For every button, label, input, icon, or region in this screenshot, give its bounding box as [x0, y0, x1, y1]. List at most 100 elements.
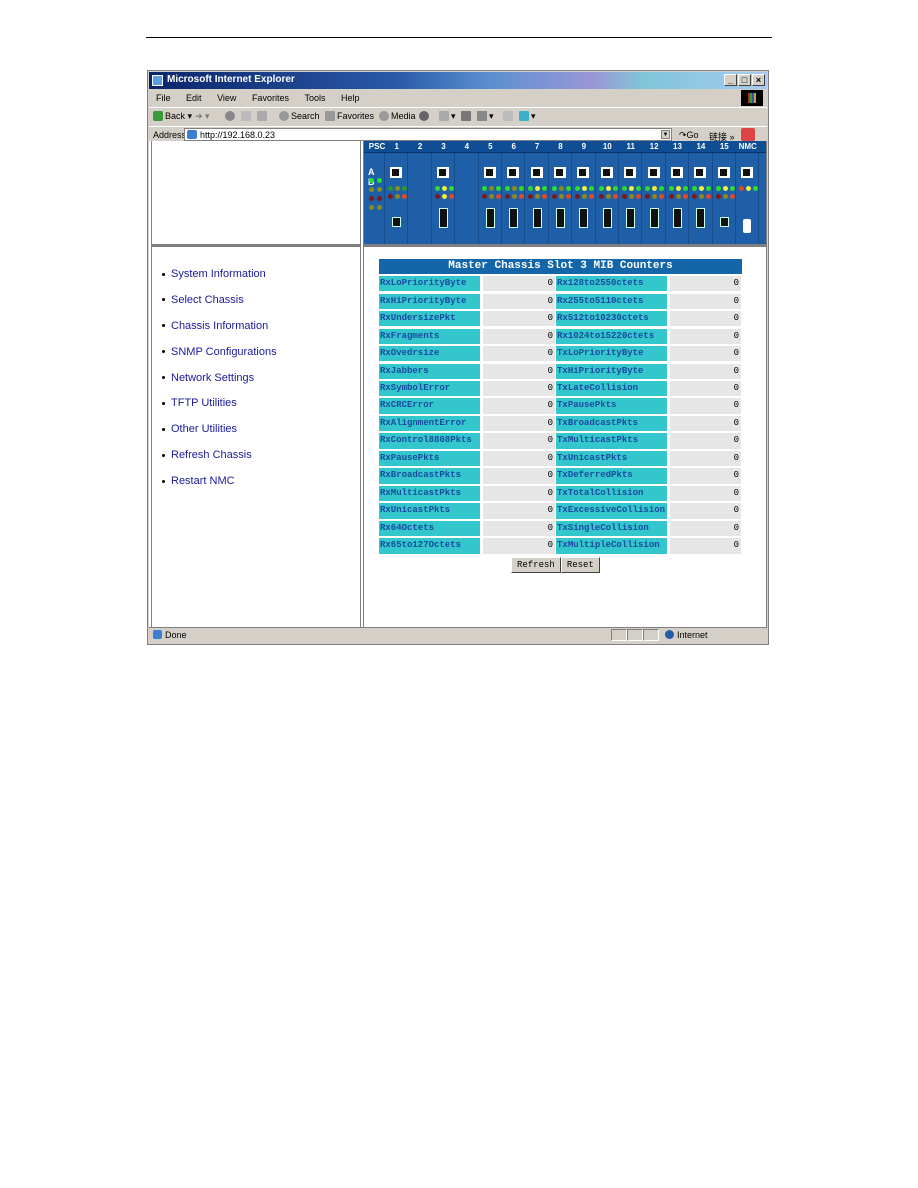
status-led: [565, 194, 571, 199]
nav-chassis-information[interactable]: Chassis Information: [162, 320, 277, 346]
extension-icon[interactable]: [741, 128, 755, 141]
fiber-port-icon: [438, 208, 448, 228]
right-counter-name: TxSingleCollision: [556, 520, 668, 537]
messenger-button[interactable]: ▾: [519, 111, 536, 122]
nav-refresh-chassis[interactable]: Refresh Chassis: [162, 449, 277, 475]
refresh-page-button[interactable]: [241, 111, 253, 121]
nav-restart-nmc[interactable]: Restart NMC: [162, 475, 277, 501]
nav-other-utilities[interactable]: Other Utilities: [162, 423, 277, 449]
address-value: http://192.168.0.23: [200, 130, 276, 140]
chassis-slot[interactable]: [408, 153, 432, 244]
chassis-slot[interactable]: [455, 153, 479, 244]
status-cell: [643, 629, 659, 641]
search-label: Search: [291, 111, 320, 121]
status-led: [488, 186, 494, 191]
menu-favorites[interactable]: Favorites: [252, 93, 289, 103]
left-counter-value: 0: [483, 363, 556, 379]
left-counter-name: RxFragments: [379, 328, 481, 344]
psc-ab-label: A B: [368, 167, 376, 187]
favorites-button[interactable]: Favorites: [325, 111, 374, 121]
media-button[interactable]: Media: [379, 111, 416, 121]
home-button[interactable]: [257, 111, 269, 121]
chassis-slot[interactable]: [713, 153, 736, 244]
menu-tools[interactable]: Tools: [304, 93, 325, 103]
mib-row: RxMulticastPkts 0 TxTotalCollision 0: [379, 485, 742, 502]
mail-button[interactable]: ▾: [439, 111, 456, 122]
address-dropdown-button[interactable]: ▼: [661, 130, 670, 139]
mib-row: Rx64Octets 0 TxSingleCollision 0: [379, 520, 742, 537]
right-counter-name: Rx1024to15220ctets: [556, 328, 668, 344]
status-led: [629, 186, 634, 191]
chassis-slot[interactable]: [525, 153, 549, 244]
nav-network-settings[interactable]: Network Settings: [162, 372, 277, 398]
rj45-port-icon: [390, 167, 403, 178]
mib-row: RxFragments 0 Rx1024to15220ctets 0: [379, 328, 742, 344]
toolbar: Back ▾ ➜ ▾ Search Favorites Media ▾ ▾ ▾: [149, 107, 767, 126]
right-counter-name: TxLoPriorityByte: [556, 346, 668, 362]
forward-button[interactable]: ➜ ▾: [195, 111, 210, 122]
status-led: [739, 186, 744, 191]
chassis-slot[interactable]: [502, 153, 526, 244]
chassis-slot[interactable]: [666, 153, 690, 244]
right-counter-value: 0: [670, 363, 741, 379]
left-counter-name: RxJabbers: [379, 363, 481, 379]
slot-label: 4: [464, 142, 470, 151]
history-button[interactable]: [419, 111, 431, 121]
search-icon: [279, 111, 289, 121]
right-counter-name: TxMulticastPkts: [556, 433, 668, 449]
status-led: [746, 186, 751, 191]
menu-edit[interactable]: Edit: [186, 93, 202, 103]
menu-view[interactable]: View: [217, 93, 236, 103]
globe-icon: [665, 630, 674, 639]
print-button[interactable]: [461, 111, 473, 121]
chassis-slot[interactable]: [736, 153, 760, 244]
rj45-port-icon: [553, 167, 566, 178]
status-led: [659, 186, 665, 191]
status-led: [369, 187, 374, 192]
chassis-slot[interactable]: [479, 153, 502, 244]
go-button[interactable]: ↷Go: [679, 130, 699, 141]
status-led: [598, 186, 604, 191]
fiber-port-icon: [392, 217, 402, 227]
back-button[interactable]: Back ▾: [153, 111, 192, 122]
mib-counters-table: Master Chassis Slot 3 MIB Counters RxLoP…: [379, 259, 742, 554]
discuss-button[interactable]: [503, 111, 515, 121]
status-led: [565, 186, 571, 191]
mib-row: RxCRCError 0 TxPausePkts 0: [379, 398, 742, 414]
chassis-slot[interactable]: [432, 153, 456, 244]
minimize-button[interactable]: _: [724, 74, 737, 86]
refresh-button[interactable]: Refresh: [511, 557, 561, 573]
chassis-slot[interactable]: [385, 153, 409, 244]
menu-help[interactable]: Help: [341, 93, 360, 103]
reset-button[interactable]: Reset: [560, 557, 600, 573]
chassis-slot[interactable]: [642, 153, 666, 244]
fiber-port-icon: [555, 208, 565, 228]
nav-system-information[interactable]: System Information: [162, 268, 277, 294]
nav-snmp-configurations[interactable]: SNMP Configurations: [162, 346, 277, 372]
chassis-slot[interactable]: [572, 153, 596, 244]
chassis-slot[interactable]: [689, 153, 713, 244]
fiber-port-icon: [719, 217, 729, 227]
status-led: [682, 194, 688, 199]
slot-label: 7: [534, 142, 540, 151]
nav-tftp-utilities[interactable]: TFTP Utilities: [162, 397, 277, 423]
address-input[interactable]: http://192.168.0.23 ▼: [184, 128, 672, 141]
chassis-slot[interactable]: [549, 153, 573, 244]
chassis-slot[interactable]: [596, 153, 619, 244]
chassis-slot[interactable]: [619, 153, 643, 244]
edit-button[interactable]: ▾: [477, 111, 494, 122]
nav-select-chassis[interactable]: Select Chassis: [162, 294, 277, 320]
close-button[interactable]: ×: [752, 74, 765, 86]
maximize-button[interactable]: □: [738, 74, 751, 86]
search-button[interactable]: Search: [279, 111, 320, 121]
left-counter-name: RxUndersizePkt: [379, 311, 481, 327]
status-led: [706, 186, 712, 191]
serial-port-icon: [743, 219, 752, 233]
left-counter-value: 0: [483, 503, 556, 519]
mib-row: RxBroadcastPkts 0 TxDeferredPkts 0: [379, 468, 742, 484]
stop-button[interactable]: [225, 111, 237, 121]
status-led: [622, 186, 627, 191]
menu-file[interactable]: File: [156, 93, 171, 103]
left-counter-value: 0: [483, 346, 556, 362]
status-led: [528, 186, 534, 191]
